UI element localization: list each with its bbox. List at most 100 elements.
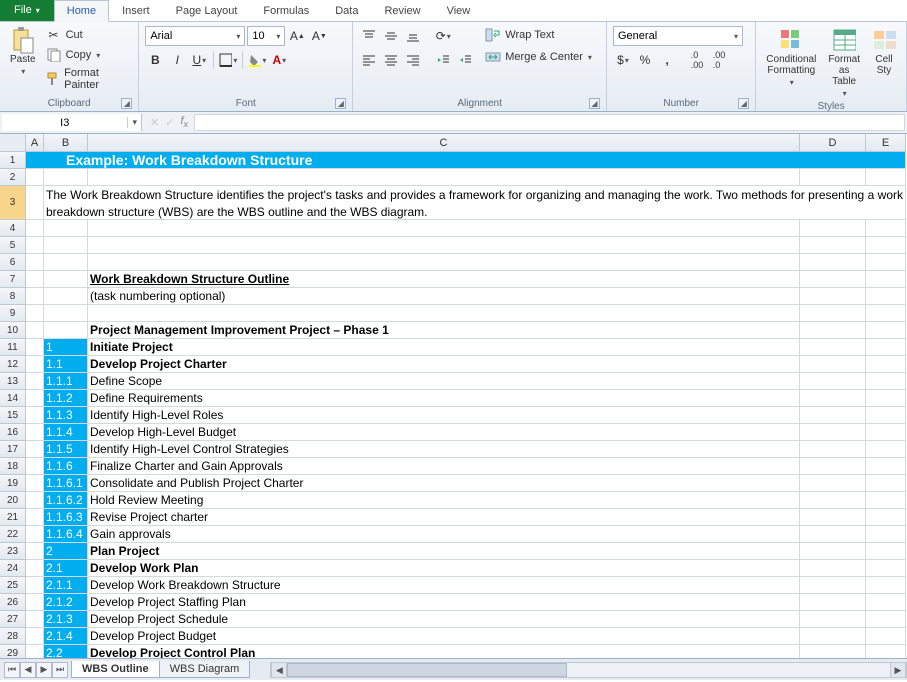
horizontal-scrollbar[interactable]: ◀ ▶ [270, 662, 907, 678]
row-header[interactable]: 18 [0, 458, 26, 475]
cell[interactable]: Plan Project [88, 543, 800, 560]
cell[interactable] [866, 560, 906, 577]
bold-button[interactable]: B [145, 50, 165, 70]
cell[interactable] [88, 169, 800, 186]
cell[interactable] [800, 220, 866, 237]
cell[interactable]: Develop Project Control Plan [88, 645, 800, 658]
sheet-nav-first[interactable]: ⏮ [4, 662, 20, 678]
row-header[interactable]: 22 [0, 526, 26, 543]
increase-decimal-button[interactable]: .0.00 [687, 50, 707, 70]
cell[interactable]: 1.1.4 [44, 424, 88, 441]
cell[interactable] [26, 492, 44, 509]
cell[interactable]: Develop Work Breakdown Structure [88, 577, 800, 594]
cell[interactable]: Finalize Charter and Gain Approvals [88, 458, 800, 475]
row-header[interactable]: 3 [0, 186, 26, 220]
cell[interactable] [866, 458, 906, 475]
cell[interactable] [866, 611, 906, 628]
cell[interactable]: 1 [44, 339, 88, 356]
cell[interactable] [26, 305, 44, 322]
cell[interactable] [800, 407, 866, 424]
cell[interactable] [800, 373, 866, 390]
cell[interactable]: Develop Project Staffing Plan [88, 594, 800, 611]
cell[interactable] [26, 288, 44, 305]
cell[interactable] [800, 611, 866, 628]
wrap-text-button[interactable]: Wrap Text [483, 26, 594, 44]
row-header[interactable]: 28 [0, 628, 26, 645]
cell[interactable] [866, 254, 906, 271]
cut-button[interactable]: ✂Cut [44, 26, 133, 44]
font-size-select[interactable]: 10▾ [247, 26, 285, 46]
cell[interactable] [26, 373, 44, 390]
cell[interactable] [800, 628, 866, 645]
column-header-C[interactable]: C [88, 134, 800, 152]
sheet-tab-wbs-outline[interactable]: WBS Outline [71, 661, 160, 678]
cell[interactable]: Initiate Project [88, 339, 800, 356]
cell[interactable] [26, 169, 44, 186]
cell[interactable]: Work Breakdown Structure Outline [88, 271, 800, 288]
align-middle-button[interactable] [381, 26, 401, 46]
row-header[interactable]: 1 [0, 152, 26, 169]
description-cell[interactable]: The Work Breakdown Structure identifies … [44, 186, 906, 220]
cell[interactable] [800, 645, 866, 658]
cell[interactable] [800, 356, 866, 373]
cell[interactable]: Hold Review Meeting [88, 492, 800, 509]
cell[interactable] [800, 237, 866, 254]
row-header[interactable]: 11 [0, 339, 26, 356]
cell[interactable] [866, 424, 906, 441]
sheet-tab-wbs-diagram[interactable]: WBS Diagram [159, 661, 251, 678]
row-header[interactable]: 21 [0, 509, 26, 526]
column-header-D[interactable]: D [800, 134, 866, 152]
cell[interactable] [26, 628, 44, 645]
format-painter-button[interactable]: Format Painter [44, 66, 133, 92]
column-header-A[interactable]: A [26, 134, 44, 152]
sheet-nav-prev[interactable]: ◀ [20, 662, 36, 678]
row-header[interactable]: 2 [0, 169, 26, 186]
grow-font-button[interactable]: A▲ [287, 26, 307, 46]
cell[interactable] [800, 339, 866, 356]
format-as-table-button[interactable]: Format as Table▾ [824, 26, 864, 100]
increase-indent-button[interactable] [455, 50, 475, 70]
cell[interactable] [44, 237, 88, 254]
cell[interactable] [26, 577, 44, 594]
paste-button[interactable]: Paste▾ [6, 26, 40, 78]
align-center-button[interactable] [381, 50, 401, 70]
align-top-button[interactable] [359, 26, 379, 46]
worksheet-grid[interactable]: ABCDE 1Example: Work Breakdown Structure… [0, 134, 907, 658]
cell[interactable] [800, 322, 866, 339]
cell[interactable] [26, 356, 44, 373]
cell[interactable] [866, 288, 906, 305]
row-header[interactable]: 8 [0, 288, 26, 305]
row-header[interactable]: 5 [0, 237, 26, 254]
decrease-indent-button[interactable] [433, 50, 453, 70]
italic-button[interactable]: I [167, 50, 187, 70]
cell[interactable] [44, 254, 88, 271]
cell[interactable] [866, 271, 906, 288]
cell[interactable]: Identify High-Level Control Strategies [88, 441, 800, 458]
cell[interactable] [866, 492, 906, 509]
cell[interactable]: Define Scope [88, 373, 800, 390]
fx-icon[interactable]: fx [180, 115, 188, 129]
cell[interactable] [866, 628, 906, 645]
cell[interactable] [866, 543, 906, 560]
cell[interactable]: Develop Project Schedule [88, 611, 800, 628]
cell[interactable] [866, 373, 906, 390]
merge-center-button[interactable]: Merge & Center▾ [483, 48, 594, 66]
row-header[interactable]: 23 [0, 543, 26, 560]
tab-insert[interactable]: Insert [109, 0, 163, 21]
cell[interactable] [866, 509, 906, 526]
row-header[interactable]: 13 [0, 373, 26, 390]
cell[interactable] [866, 526, 906, 543]
cell[interactable] [800, 594, 866, 611]
align-bottom-button[interactable] [403, 26, 423, 46]
cell[interactable] [866, 237, 906, 254]
sheet-nav-next[interactable]: ▶ [36, 662, 52, 678]
row-header[interactable]: 12 [0, 356, 26, 373]
fill-color-button[interactable]: ▾ [247, 50, 267, 70]
cell[interactable]: 1.1.1 [44, 373, 88, 390]
dialog-launcher-icon[interactable]: ◢ [335, 98, 346, 109]
cell[interactable] [800, 288, 866, 305]
cell[interactable] [26, 237, 44, 254]
tab-pagelayout[interactable]: Page Layout [163, 0, 251, 21]
cell[interactable]: 1.1.5 [44, 441, 88, 458]
cell[interactable] [44, 288, 88, 305]
